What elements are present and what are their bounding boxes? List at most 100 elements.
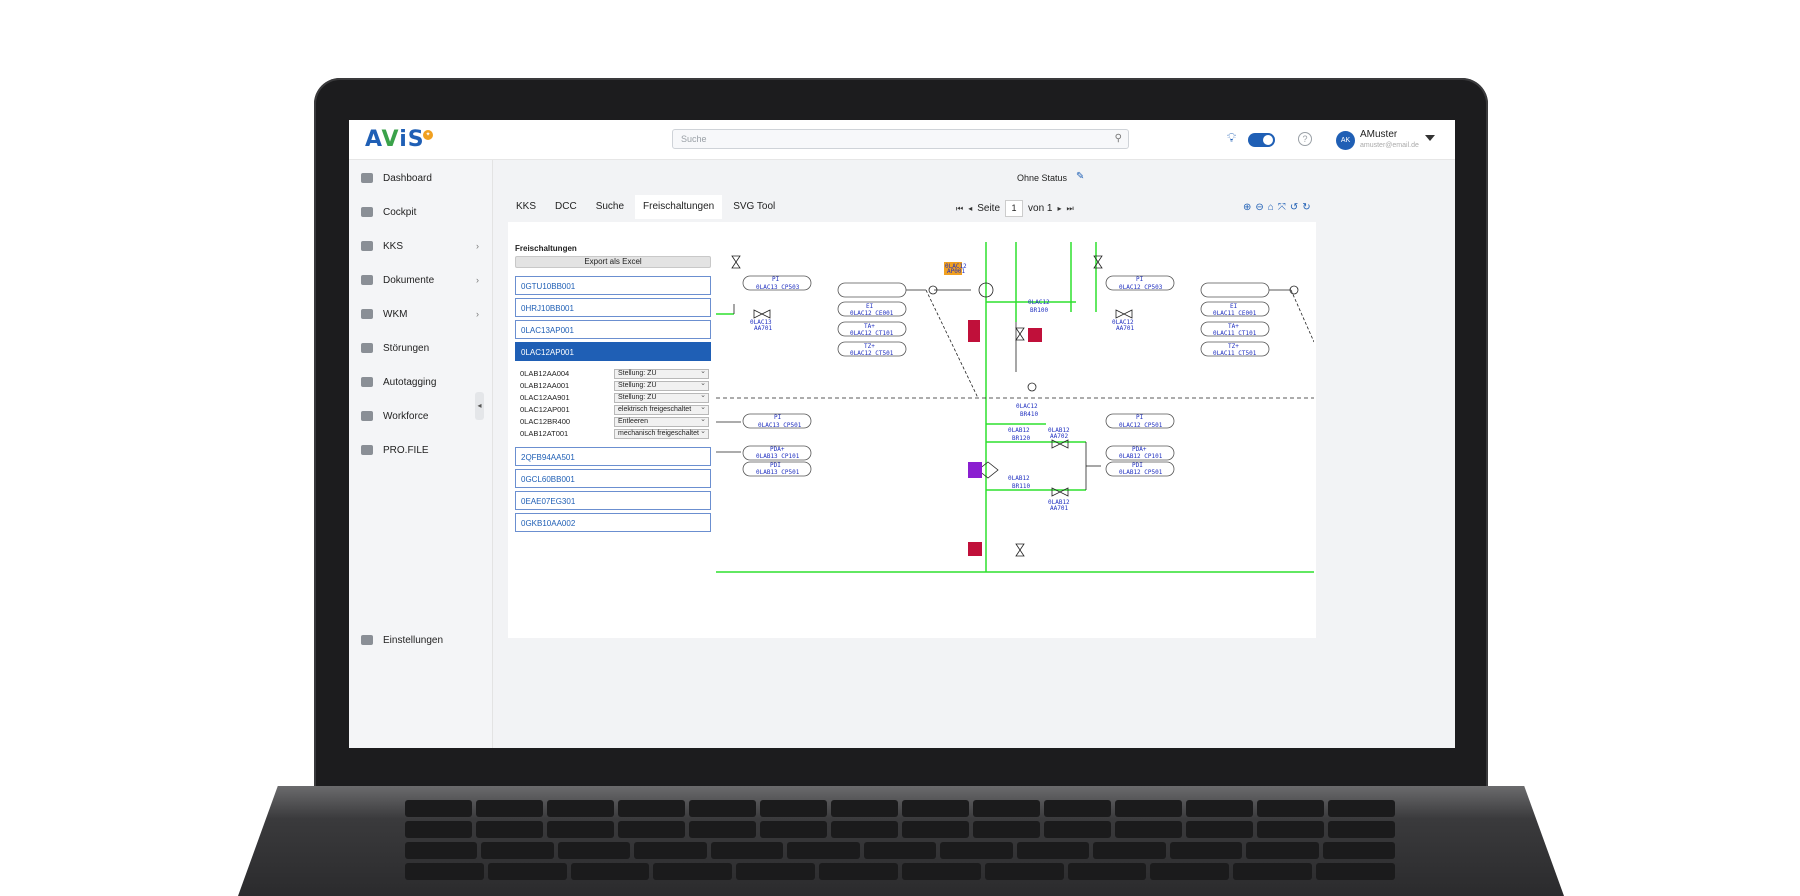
sidebar-item-label: Dokumente: [383, 274, 435, 286]
sidebar-item-autotagging[interactable]: Autotagging: [361, 372, 485, 392]
page-input[interactable]: 1: [1005, 200, 1024, 217]
next-page-icon[interactable]: ▸: [1057, 204, 1061, 213]
svg-text:AA701: AA701: [1050, 505, 1068, 512]
logo-badge: ✦: [423, 130, 433, 140]
tab-freischaltungen[interactable]: Freischaltungen: [635, 195, 723, 219]
sidebar-item-label: KKS: [383, 240, 404, 252]
tab-svg-tool[interactable]: SVG Tool: [725, 195, 783, 219]
svg-text:TA+: TA+: [1228, 323, 1239, 330]
svg-text:0LAC13 CP501: 0LAC13 CP501: [758, 422, 802, 429]
app-logo[interactable]: AViS: [365, 127, 425, 152]
help-icon[interactable]: ?: [1298, 132, 1312, 146]
zoom-out-icon[interactable]: ⊖: [1255, 202, 1263, 213]
theme-toggle[interactable]: [1248, 133, 1275, 147]
page-label: Seite: [977, 203, 1001, 214]
svg-text:0LAC12 CE001: 0LAC12 CE001: [850, 310, 894, 317]
rotate-right-icon[interactable]: ↻: [1302, 202, 1310, 213]
svg-text:0LAC12: 0LAC12: [1028, 299, 1050, 306]
export-excel-button[interactable]: Export als Excel: [515, 256, 711, 268]
svg-text:PI: PI: [1136, 276, 1144, 283]
svg-text:0LAB12 CP501: 0LAB12 CP501: [1119, 469, 1163, 476]
tab-bar: KKS DCC Suche Freischaltungen SVG Tool: [508, 195, 786, 219]
user-email: amuster@email.de: [1360, 142, 1419, 149]
step-row: 0LAB12AA001 Stellung: ZU: [520, 380, 710, 392]
pie-chart-icon: [361, 173, 373, 183]
sidebar-item-stoerungen[interactable]: Störungen: [361, 338, 485, 358]
svg-text:PI: PI: [774, 414, 782, 421]
list-title: Freischaltungen: [515, 244, 577, 253]
svg-text:TZ+: TZ+: [1228, 343, 1239, 350]
prev-page-icon[interactable]: ◂: [968, 204, 972, 213]
svg-text:PDA+: PDA+: [770, 446, 785, 453]
lightbulb-icon[interactable]: 💡︎: [1227, 130, 1236, 146]
svg-text:AA702: AA702: [1050, 433, 1068, 440]
chevron-right-icon: ›: [476, 275, 479, 285]
last-page-icon[interactable]: ⏭: [1067, 204, 1074, 214]
svg-text:TZ+: TZ+: [864, 343, 875, 350]
sidebar-item-einstellungen[interactable]: Einstellungen: [361, 630, 485, 650]
svg-text:AA701: AA701: [754, 325, 772, 332]
user-name[interactable]: AMuster: [1360, 129, 1397, 140]
tab-suche[interactable]: Suche: [588, 195, 632, 219]
freischaltungen-list: Freischaltungen Export als Excel 0GTU10B…: [515, 244, 714, 544]
list-item[interactable]: 2QFB94AA501: [515, 447, 711, 466]
list-item[interactable]: 0GCL60BB001: [515, 469, 711, 488]
step-select[interactable]: Entleeren: [614, 416, 709, 427]
step-select[interactable]: Stellung: ZU: [614, 380, 709, 391]
hierarchy-icon: [361, 241, 373, 251]
valves: [731, 255, 1299, 557]
file-icon: [361, 445, 373, 455]
sidebar: Dashboard Cockpit KKS › Dokumente › WKM › S…: [349, 160, 493, 748]
fit-icon[interactable]: ⤧: [1278, 202, 1286, 213]
zoom-in-icon[interactable]: ⊕: [1243, 202, 1251, 213]
sidebar-item-workforce[interactable]: Workforce›: [361, 406, 485, 426]
list-item[interactable]: 0LAC13AP001: [515, 320, 711, 339]
sidebar-item-dokumente[interactable]: Dokumente ›: [361, 270, 485, 290]
home-icon[interactable]: ⌂: [1268, 202, 1274, 213]
svg-text:0LAB13 CP101: 0LAB13 CP101: [756, 453, 800, 460]
search-input[interactable]: Suche ⚲: [672, 129, 1129, 149]
svg-text:0LAB12: 0LAB12: [1008, 427, 1030, 434]
sidebar-item-label: WKM: [383, 308, 408, 320]
avatar[interactable]: AK: [1336, 131, 1355, 150]
keyboard: [405, 800, 1396, 896]
sidebar-collapse-button[interactable]: ◂: [475, 392, 484, 420]
top-bar: AViS ✦ Suche ⚲ 💡︎ ? AK AMuster amuster@em…: [349, 120, 1455, 160]
first-page-icon[interactable]: ⏮: [956, 204, 963, 214]
step-select[interactable]: mechanisch freigeschaltet: [614, 428, 709, 439]
list-item[interactable]: 0EAE07EG301: [515, 491, 711, 510]
step-code: 0LAB12AT001: [520, 429, 569, 438]
list-item-selected[interactable]: 0LAC12AP001: [515, 342, 711, 361]
user-menu-chevron-icon[interactable]: [1425, 135, 1435, 141]
step-row: 0LAC12AA901 Stellung: ZU: [520, 392, 710, 404]
sidebar-item-label: Störungen: [383, 342, 430, 354]
diagram-labels: PI 0LAC13 CP503 0LAC13 AA701 EI 0LAC12 C…: [750, 263, 1257, 512]
sidebar-item-label: Cockpit: [383, 206, 417, 218]
step-select[interactable]: Stellung: ZU: [614, 392, 709, 403]
svg-text:0LAC12: 0LAC12: [1016, 403, 1038, 410]
sidebar-item-cockpit[interactable]: Cockpit: [361, 202, 485, 222]
step-select[interactable]: elektrisch freigeschaltet: [614, 404, 709, 415]
main-content: Ohne Status ✎ KKS DCC Suche Freischaltun…: [493, 160, 1455, 748]
sidebar-item-profile[interactable]: PRO.FILE: [361, 440, 485, 460]
rotate-left-icon[interactable]: ↺: [1290, 202, 1298, 213]
step-code: 0LAC12AP001: [520, 405, 570, 414]
pid-diagram[interactable]: PI 0LAC13 CP503 0LAC13 AA701 EI 0LAC12 C…: [716, 242, 1314, 632]
sidebar-item-wkm[interactable]: WKM ›: [361, 304, 485, 324]
tag-icon: [361, 377, 373, 387]
step-select[interactable]: Stellung: ZU: [614, 368, 709, 379]
sidebar-item-dashboard[interactable]: Dashboard: [361, 168, 485, 188]
zoom-toolbar: ⊕ ⊖ ⌂ ⤧ ↺ ↻: [1243, 202, 1311, 213]
step-code: 0LAB12AA001: [520, 381, 570, 390]
list-item[interactable]: 0HRJ10BB001: [515, 298, 711, 317]
svg-text:0LAC13 CP503: 0LAC13 CP503: [756, 284, 800, 291]
list-item[interactable]: 0GKB10AA002: [515, 513, 711, 532]
sliders-icon: [361, 635, 373, 645]
svg-text:0LAC12 CP501: 0LAC12 CP501: [1119, 422, 1163, 429]
edit-icon[interactable]: ✎: [1076, 171, 1084, 182]
tab-dcc[interactable]: DCC: [547, 195, 585, 219]
tab-kks[interactable]: KKS: [508, 195, 544, 219]
list-item[interactable]: 0GTU10BB001: [515, 276, 711, 295]
step-row: 0LAB12AT001 mechanisch freigeschaltet: [520, 428, 710, 440]
sidebar-item-kks[interactable]: KKS ›: [361, 236, 485, 256]
